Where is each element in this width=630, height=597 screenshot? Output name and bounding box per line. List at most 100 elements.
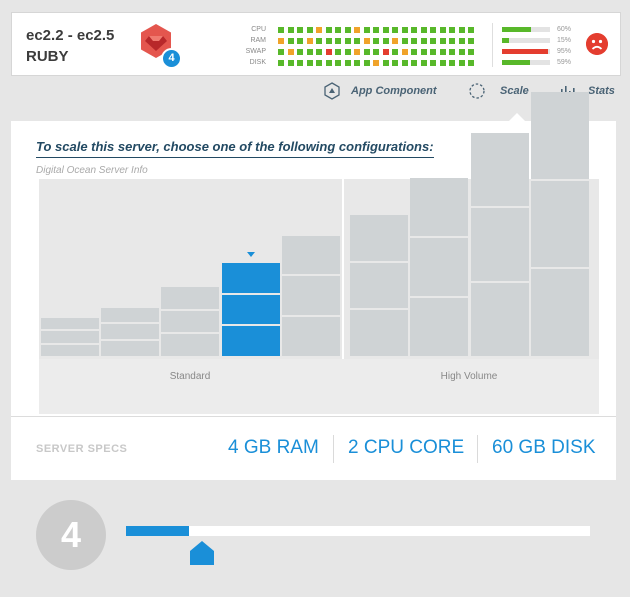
- metric-dot: [287, 38, 294, 44]
- server-name: ec2.2 - ec2.5: [26, 27, 115, 44]
- usage-row-ram: 15%: [502, 36, 582, 46]
- metric-dot: [401, 60, 408, 66]
- metric-dot: [401, 38, 408, 44]
- spec-cpu: 2 CPU CORE: [348, 437, 465, 458]
- config-block: [471, 208, 529, 282]
- metric-dot: [420, 60, 427, 66]
- metric-dot: [335, 27, 341, 33]
- metric-dot: [430, 49, 436, 55]
- usage-bar-fill: [502, 27, 531, 32]
- tab-app-component[interactable]: App Component: [323, 82, 443, 100]
- hexagon-up-icon: [324, 82, 340, 100]
- config-block: [410, 177, 468, 236]
- config-block: [41, 344, 99, 356]
- metric-dot: [420, 27, 427, 33]
- metric-dot: [430, 60, 436, 66]
- metric-dot: [363, 38, 370, 44]
- metric-dot: [439, 49, 446, 55]
- metric-dot: [382, 49, 389, 55]
- usage-bar: [502, 38, 550, 43]
- metric-dot: [458, 49, 465, 55]
- instance-slider-track[interactable]: [126, 526, 590, 536]
- config-option[interactable]: [410, 177, 468, 356]
- server-language: RUBY: [26, 48, 69, 65]
- config-option[interactable]: [222, 263, 280, 356]
- metric-row-ram: RAM: [236, 36, 506, 46]
- config-block: [101, 307, 159, 323]
- metric-dot: [287, 27, 294, 33]
- metric-dot: [297, 60, 303, 66]
- metric-dot: [363, 60, 370, 66]
- config-option[interactable]: [471, 133, 529, 356]
- config-option[interactable]: [41, 317, 99, 356]
- provider-info-label: Digital Ocean Server Info: [36, 165, 148, 176]
- metric-dot: [468, 38, 474, 44]
- group-label-standard: Standard: [169, 371, 211, 382]
- metric-dot: [420, 49, 427, 55]
- metric-dot: [449, 38, 455, 44]
- dashed-circle-icon: [469, 83, 485, 99]
- scale-panel: To scale this server, choose one of the …: [11, 92, 616, 416]
- metric-dot: [439, 38, 446, 44]
- metric-dot: [468, 49, 474, 55]
- metric-label: SWAP: [245, 48, 266, 55]
- config-block: [350, 310, 408, 356]
- config-option[interactable]: [161, 287, 219, 356]
- config-option[interactable]: [282, 235, 340, 356]
- metric-dot: [411, 27, 417, 33]
- config-block: [222, 263, 280, 293]
- group-label-high-volume: High Volume: [440, 371, 498, 382]
- usage-percent: 60%: [557, 26, 572, 33]
- metric-dot: [449, 27, 455, 33]
- metric-dot: [278, 38, 284, 44]
- usage-percent: 95%: [557, 48, 572, 55]
- metric-dot: [354, 60, 360, 66]
- config-block: [41, 317, 99, 330]
- slider-handle[interactable]: [189, 540, 215, 566]
- metric-dot: [382, 60, 389, 66]
- instance-count-display: 4: [36, 500, 106, 570]
- metric-dot: [306, 27, 313, 33]
- metric-dot: [401, 49, 408, 55]
- metric-dot: [439, 60, 446, 66]
- metric-dot: [325, 27, 332, 33]
- metric-dot: [411, 49, 417, 55]
- metric-dot: [373, 60, 379, 66]
- usage-row-disk: 59%: [502, 58, 582, 68]
- metric-dot: [306, 49, 313, 55]
- metric-dot: [401, 27, 408, 33]
- metric-dot: [325, 49, 332, 55]
- config-block: [282, 276, 340, 316]
- metric-label: DISK: [249, 59, 266, 66]
- tab-scale[interactable]: Scale: [468, 82, 538, 100]
- metric-dot: [297, 27, 303, 33]
- spec-divider: [333, 435, 334, 463]
- config-option[interactable]: [531, 92, 589, 356]
- config-block: [282, 317, 340, 356]
- config-option[interactable]: [350, 215, 408, 356]
- metric-dot: [325, 60, 332, 66]
- config-block: [350, 215, 408, 261]
- spec-disk: 60 GB DISK: [492, 437, 596, 458]
- metric-dot: [430, 27, 436, 33]
- config-block: [222, 326, 280, 356]
- metric-dot: [458, 27, 465, 33]
- metric-dot: [316, 60, 322, 66]
- config-block: [101, 341, 159, 356]
- config-block: [350, 262, 408, 309]
- metric-dot: [325, 38, 332, 44]
- metric-dot: [449, 49, 455, 55]
- metric-dot: [411, 60, 417, 66]
- specs-label: SERVER SPECS: [36, 443, 128, 455]
- metric-dot: [335, 49, 341, 55]
- metric-dot: [458, 60, 465, 66]
- metric-dot: [316, 49, 322, 55]
- metric-row-disk: DISK: [236, 58, 506, 68]
- tab-scale-label: Scale: [500, 85, 529, 97]
- scale-headline: To scale this server, choose one of the …: [36, 139, 434, 158]
- usage-percent: 15%: [557, 37, 572, 44]
- metric-dot: [468, 27, 474, 33]
- config-option[interactable]: [101, 307, 159, 356]
- metric-dot: [411, 38, 417, 44]
- config-block: [471, 133, 529, 207]
